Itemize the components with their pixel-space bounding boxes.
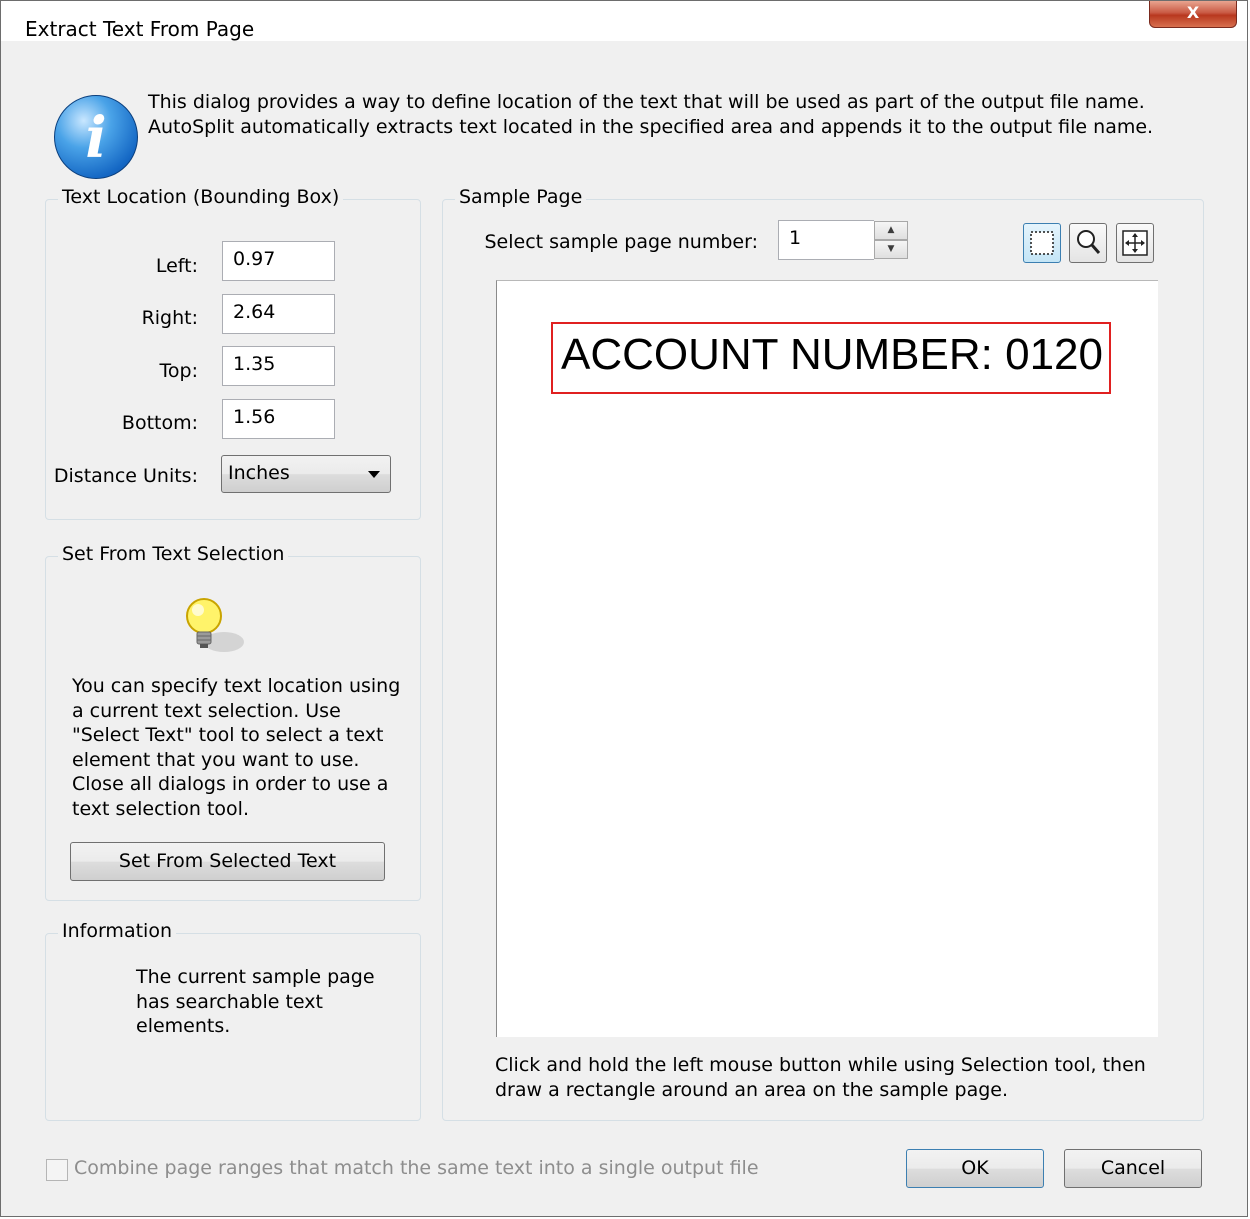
top-label: Top:: [159, 360, 198, 382]
dialog-title: Extract Text From Page: [25, 17, 255, 41]
sample-page-text: ACCOUNT NUMBER: 0120: [561, 330, 1103, 379]
info-icon: i: [54, 95, 138, 179]
set-from-selection-legend: Set From Text Selection: [58, 543, 289, 565]
bottom-label: Bottom:: [121, 412, 198, 434]
page-number-input[interactable]: 1: [778, 220, 874, 260]
combine-checkbox[interactable]: [46, 1159, 68, 1181]
selection-tool-icon: [1030, 231, 1054, 255]
selection-tool-button[interactable]: [1023, 223, 1061, 263]
ok-button[interactable]: OK: [906, 1149, 1044, 1188]
cancel-button[interactable]: Cancel: [1064, 1149, 1202, 1188]
bottom-input[interactable]: 1.56: [222, 399, 335, 439]
zoom-tool-button[interactable]: [1069, 223, 1107, 263]
distance-units-select[interactable]: Inches: [221, 455, 391, 493]
chevron-down-icon: [368, 471, 380, 478]
set-from-selected-text-button[interactable]: Set From Selected Text: [70, 842, 385, 881]
fit-page-tool-icon: [1122, 230, 1148, 256]
distance-units-label: Distance Units:: [53, 465, 198, 487]
top-input[interactable]: 1.35: [222, 346, 335, 386]
lightbulb-icon: [186, 598, 244, 652]
spin-up-icon: ▲: [887, 225, 895, 235]
fit-page-tool-button[interactable]: [1116, 223, 1154, 263]
distance-units-value: Inches: [228, 462, 290, 484]
spin-up-button[interactable]: ▲: [874, 221, 908, 240]
combine-label: Combine page ranges that match the same …: [74, 1157, 759, 1179]
information-text: The current sample page has searchable t…: [136, 966, 375, 1038]
intro-text: This dialog provides a way to define loc…: [148, 91, 1154, 138]
left-label: Left:: [155, 255, 198, 277]
sample-page-legend: Sample Page: [455, 186, 587, 208]
title-bar: Extract Text From Page X: [1, 1, 1247, 41]
page-number-stepper: ▲ ▼: [874, 220, 910, 260]
close-button[interactable]: X: [1149, 1, 1237, 28]
close-icon: X: [1186, 3, 1200, 22]
text-location-legend: Text Location (Bounding Box): [58, 186, 344, 208]
left-input[interactable]: 0.97: [222, 241, 335, 281]
right-label: Right:: [141, 307, 198, 329]
page-number-label: Select sample page number:: [484, 231, 759, 253]
selection-hint: Click and hold the left mouse button whi…: [495, 1054, 1146, 1101]
zoom-tool-icon: [1077, 230, 1101, 254]
set-from-selection-text: You can specify text location using a cu…: [72, 675, 401, 820]
spin-down-button[interactable]: ▼: [874, 240, 908, 259]
information-legend: Information: [58, 920, 176, 942]
right-input[interactable]: 2.64: [222, 294, 335, 334]
spin-down-icon: ▼: [887, 244, 895, 254]
